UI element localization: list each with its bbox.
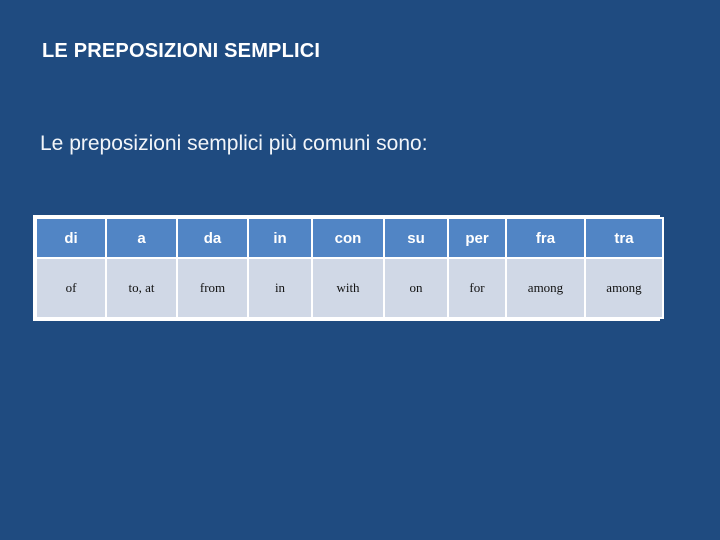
- table-cell: with: [311, 257, 385, 319]
- prepositions-table: di a da in con su per fra tra of to, at …: [33, 215, 664, 321]
- table-header-cell: su: [383, 217, 449, 259]
- table-header-cell: tra: [584, 217, 664, 259]
- page-title: LE PREPOSIZIONI SEMPLICI: [42, 40, 321, 62]
- table-header-cell: per: [447, 217, 507, 259]
- slide-canvas: LE PREPOSIZIONI SEMPLICI Le preposizioni…: [0, 0, 720, 540]
- table-header-cell: con: [311, 217, 385, 259]
- table-cell: among: [584, 257, 664, 319]
- table-cell: for: [447, 257, 507, 319]
- table-header-cell: da: [176, 217, 249, 259]
- table-header-cell: di: [35, 217, 107, 259]
- table-cell: of: [35, 257, 107, 319]
- slide-subtitle: Le preposizioni semplici più comuni sono…: [40, 132, 428, 155]
- table-cell: on: [383, 257, 449, 319]
- table-header-cell: in: [247, 217, 313, 259]
- table-cell: in: [247, 257, 313, 319]
- prepositions-grid: di a da in con su per fra tra of to, at …: [35, 217, 664, 319]
- table-header-cell: a: [105, 217, 178, 259]
- table-cell: to, at: [105, 257, 178, 319]
- table-cell: from: [176, 257, 249, 319]
- table-header-row: di a da in con su per fra tra: [35, 217, 664, 259]
- table-cell: among: [505, 257, 586, 319]
- table-header-cell: fra: [505, 217, 586, 259]
- table-row: of to, at from in with on for among amon…: [35, 257, 664, 319]
